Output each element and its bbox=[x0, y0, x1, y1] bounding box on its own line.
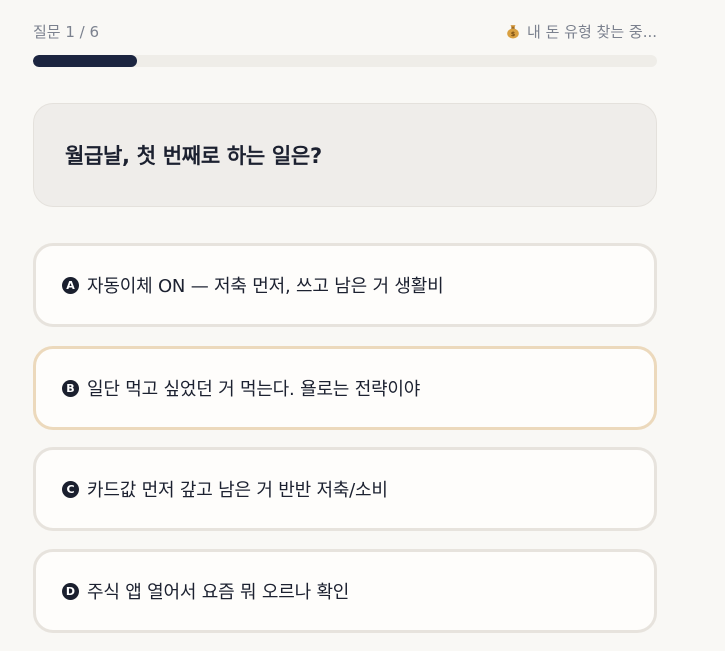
option-d-label: 주식 앱 열어서 요즘 뭐 오르나 확인 bbox=[87, 582, 350, 603]
quiz-header: 질문 1 / 6 $ 내 돈 유형 찾는 중... bbox=[33, 20, 657, 42]
option-c-label: 카드값 먼저 갚고 남은 거 반반 저축/소비 bbox=[87, 480, 388, 501]
money-bag-icon: $ bbox=[505, 23, 521, 39]
quiz-page: 질문 1 / 6 $ 내 돈 유형 찾는 중... 월급날, 첫 번째로 하는 … bbox=[0, 0, 725, 651]
progress-fill bbox=[33, 55, 138, 67]
option-b-badge: B bbox=[62, 379, 79, 397]
question-card: 월급날, 첫 번째로 하는 일은? bbox=[33, 103, 657, 207]
option-d-badge: D bbox=[62, 582, 79, 600]
option-c-button[interactable]: C 카드값 먼저 갚고 남은 거 반반 저축/소비 bbox=[33, 447, 657, 531]
option-b-label: 일단 먹고 싶었던 거 먹는다. 욜로는 전략이야 bbox=[87, 379, 421, 400]
option-d-button[interactable]: D 주식 앱 열어서 요즘 뭐 오르나 확인 bbox=[33, 549, 657, 633]
option-c-badge: C bbox=[62, 480, 79, 498]
status-text: 내 돈 유형 찾는 중... bbox=[527, 22, 657, 41]
option-a-button[interactable]: A 자동이체 ON — 저축 먼저, 쓰고 남은 거 생활비 bbox=[33, 243, 657, 327]
svg-text:$: $ bbox=[511, 30, 516, 38]
progress-bar bbox=[33, 55, 657, 67]
option-a-badge: A bbox=[62, 276, 79, 294]
status-indicator: $ 내 돈 유형 찾는 중... bbox=[505, 21, 657, 42]
question-title: 월급날, 첫 번째로 하는 일은? bbox=[65, 144, 322, 168]
question-counter: 질문 1 / 6 bbox=[33, 22, 100, 41]
option-a-label: 자동이체 ON — 저축 먼저, 쓰고 남은 거 생활비 bbox=[87, 276, 444, 297]
option-b-button[interactable]: B 일단 먹고 싶었던 거 먹는다. 욜로는 전략이야 bbox=[33, 346, 657, 430]
